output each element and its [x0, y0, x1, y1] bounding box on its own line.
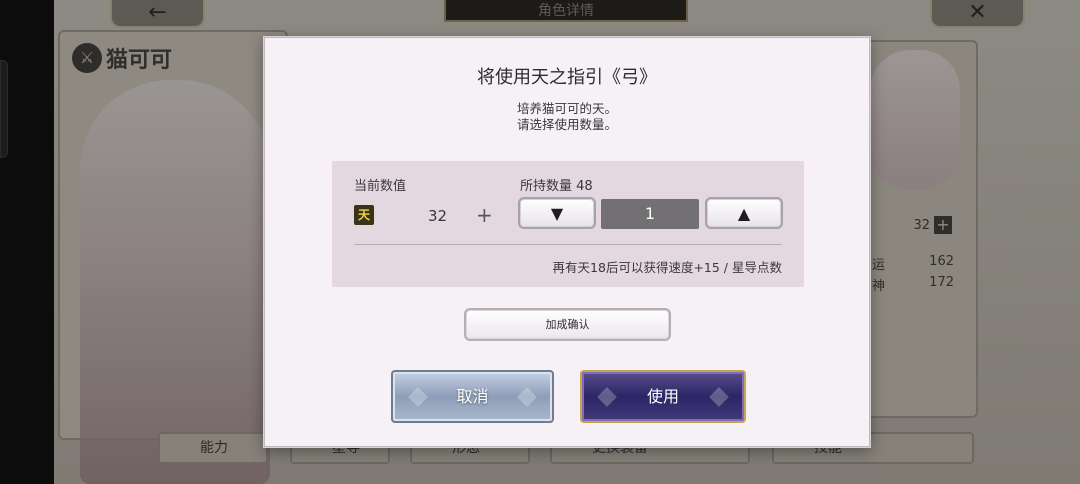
use-label: 使用	[646, 387, 679, 406]
class-icon: ⚔	[72, 43, 102, 73]
character-name: ⚔ 猫可可	[72, 42, 172, 74]
screen-title: 角色详情	[444, 0, 688, 22]
quantity-panel: 当前数值 所持数量 48 天 32 + ▼ 1 ▲ 再有天18后可以获得速度+1…	[332, 161, 804, 287]
current-value-label: 当前数值	[354, 179, 407, 194]
stat-label: 神	[872, 279, 886, 294]
quantity-field[interactable]: 1	[601, 199, 699, 229]
back-arrow-icon: ←	[148, 0, 167, 25]
character-thumbnail	[870, 50, 960, 190]
plus-sign: +	[476, 203, 493, 227]
decrease-button[interactable]: ▼	[518, 197, 596, 229]
use-item-dialog: 将使用天之指引《弓》 培养猫可可的天。 请选择使用数量。 当前数值 所持数量 4…	[263, 36, 871, 448]
arrow-up-icon: ▲	[737, 203, 751, 223]
decor-diamond-icon	[709, 386, 729, 407]
stat-value: 172	[929, 275, 954, 290]
back-button[interactable]: ←	[110, 0, 205, 28]
decor-diamond-icon	[517, 386, 537, 407]
tab-ability[interactable]: 能力	[158, 432, 268, 464]
divider	[354, 244, 782, 245]
description-line-1: 培养猫可可的天。	[516, 101, 617, 116]
decor-diamond-icon	[597, 386, 617, 407]
close-icon: ✕	[968, 0, 987, 25]
use-button[interactable]: 使用	[580, 370, 746, 423]
description-line-2: 请选择使用数量。	[516, 117, 617, 132]
sky-stat-icon: 天	[354, 205, 374, 225]
cancel-button[interactable]: 取消	[391, 370, 554, 423]
character-name-text: 猫可可	[106, 48, 173, 73]
stat-value: 162	[929, 254, 954, 269]
cancel-label: 取消	[456, 387, 489, 406]
bonus-hint: 再有天18后可以获得速度+15 / 星导点数	[552, 260, 782, 275]
decor-diamond-icon	[408, 386, 428, 407]
arrow-down-icon: ▼	[550, 203, 564, 223]
current-value: 32	[428, 207, 448, 225]
dialog-description: 培养猫可可的天。 请选择使用数量。	[264, 101, 870, 133]
dialog-title: 将使用天之指引《弓》	[477, 67, 657, 88]
stat-value: 32	[913, 218, 930, 233]
edge-handle	[0, 60, 8, 158]
stat-row-spirit: 神 172	[872, 275, 954, 294]
stat-row-luck: 运 162	[872, 254, 954, 273]
confirm-bonus-button[interactable]: 加成确认	[464, 308, 671, 341]
character-illustration	[80, 80, 270, 484]
stat-plus-icon[interactable]: +	[934, 216, 952, 234]
stat-label: 运	[872, 258, 886, 273]
close-button[interactable]: ✕	[930, 0, 1025, 28]
increase-button[interactable]: ▲	[705, 197, 783, 229]
owned-quantity-label: 所持数量 48	[520, 179, 593, 194]
device-edge	[0, 0, 54, 484]
